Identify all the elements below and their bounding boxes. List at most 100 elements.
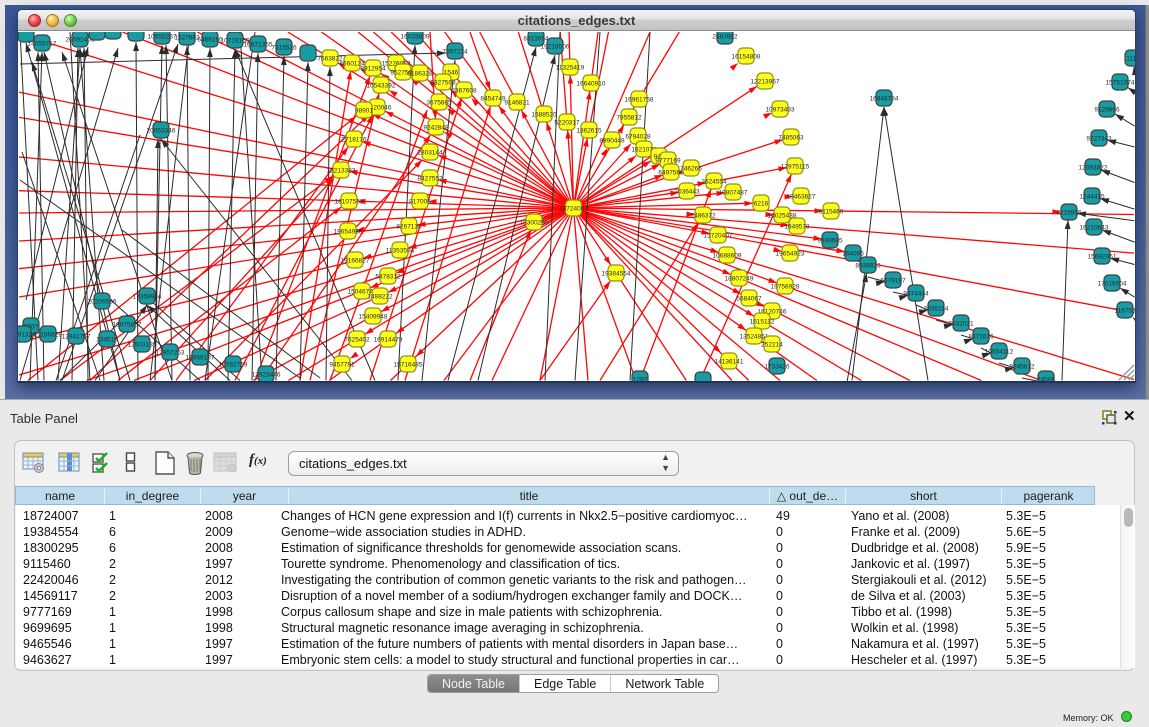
svg-text:18807249: 18807249: [725, 276, 754, 283]
svg-text:8427552: 8427552: [417, 176, 443, 183]
svg-text:917006: 917006: [409, 199, 431, 206]
svg-text:1117: 1117: [1126, 56, 1135, 63]
svg-text:7357224: 7357224: [442, 49, 468, 56]
svg-text:19463627: 19463627: [787, 194, 816, 201]
svg-text:2036443: 2036443: [674, 189, 700, 196]
svg-text:116753: 116753: [1114, 308, 1135, 315]
svg-text:16033809: 16033809: [401, 34, 430, 41]
svg-text:1244415: 1244415: [1079, 194, 1105, 201]
svg-text:1498222: 1498222: [367, 294, 393, 301]
svg-text:19384554: 19384554: [602, 271, 631, 278]
svg-text:3624554: 3624554: [701, 179, 727, 186]
svg-text:24506: 24506: [1037, 377, 1055, 382]
svg-text:19975857: 19975857: [113, 322, 142, 329]
svg-text:12923446: 12923446: [252, 372, 281, 379]
svg-text:10973493: 10973493: [766, 107, 795, 114]
svg-text:19654985: 19654985: [334, 229, 363, 236]
svg-text:7515526: 7515526: [271, 45, 297, 52]
svg-text:14136141: 14136141: [715, 359, 744, 366]
svg-text:11325419: 11325419: [556, 65, 585, 72]
svg-text:15692951: 15692951: [1088, 254, 1117, 261]
svg-text:12213967: 12213967: [751, 79, 780, 86]
svg-text:15720407: 15720407: [704, 233, 733, 240]
svg-text:16958137: 16958137: [186, 355, 215, 362]
svg-text:17957253: 17957253: [156, 350, 185, 357]
svg-text:8267130: 8267130: [396, 224, 422, 231]
svg-text:20053346: 20053346: [147, 128, 176, 135]
svg-text:16782759: 16782759: [219, 362, 248, 369]
svg-text:1615112: 1615112: [750, 319, 775, 326]
svg-text:1527602: 1527602: [174, 35, 200, 42]
svg-text:5878312: 5878312: [375, 274, 401, 281]
svg-text:16154808: 16154808: [732, 54, 761, 61]
svg-text:15409948: 15409948: [359, 314, 388, 321]
svg-text:12093822: 12093822: [1079, 165, 1108, 172]
svg-text:8813054: 8813054: [523, 36, 549, 43]
svg-text:17359934: 17359934: [133, 294, 162, 301]
svg-text:12975115: 12975115: [781, 164, 810, 171]
svg-text:9245612: 9245612: [1009, 364, 1035, 371]
svg-text:6794028: 6794028: [625, 134, 651, 141]
svg-text:8215955: 8215955: [1056, 210, 1082, 217]
svg-text:8990448: 8990448: [599, 138, 625, 145]
svg-text:11353594: 11353594: [386, 248, 415, 255]
svg-text:7625402: 7625402: [344, 337, 370, 344]
svg-text:164095: 164095: [842, 251, 864, 258]
svg-text:1849578: 1849578: [784, 224, 810, 231]
svg-text:3675685: 3675685: [426, 100, 452, 107]
svg-text:8471676: 8471676: [968, 334, 994, 341]
svg-text:15751074: 15751074: [1106, 80, 1135, 87]
svg-text:9242848: 9242848: [423, 125, 449, 132]
svg-text:98901: 98901: [355, 108, 373, 115]
svg-text:16961758: 16961758: [625, 97, 654, 104]
svg-text:9327508: 9327508: [430, 80, 456, 87]
svg-text:1733426: 1733426: [764, 364, 790, 371]
svg-text:10655287: 10655287: [148, 34, 177, 41]
svg-text:7632021: 7632021: [948, 321, 974, 328]
svg-text:11156829: 11156829: [34, 332, 62, 339]
svg-text:1588520: 1588520: [531, 112, 557, 119]
svg-text:252214: 252214: [761, 342, 783, 349]
svg-text:20206536: 20206536: [88, 299, 117, 306]
svg-text:6679197: 6679197: [880, 278, 906, 285]
svg-text:10543392: 10543392: [367, 83, 396, 90]
svg-text:6466160: 6466160: [197, 37, 223, 44]
svg-text:2487682: 2487682: [712, 34, 738, 41]
svg-text:9129966: 9129966: [1094, 107, 1120, 114]
svg-text:1292: 1292: [633, 377, 648, 382]
svg-text:134519: 134519: [96, 337, 118, 344]
svg-text:2935114: 2935114: [924, 306, 949, 313]
svg-text:16640910: 16640910: [577, 81, 606, 88]
svg-text:10807487: 10807487: [719, 190, 748, 197]
svg-text:18107553: 18107553: [335, 199, 364, 206]
svg-text:16671355: 16671355: [244, 42, 273, 49]
svg-text:12213383: 12213383: [327, 168, 356, 175]
svg-text:746266: 746266: [680, 166, 702, 173]
svg-text:5220317: 5220317: [554, 120, 580, 127]
svg-text:14055717: 14055717: [28, 41, 57, 48]
svg-text:10654112: 10654112: [985, 349, 1014, 356]
svg-text:19756928: 19756928: [771, 284, 800, 291]
svg-text:17016504: 17016504: [1098, 281, 1127, 288]
svg-text:9474444: 9474444: [903, 291, 929, 298]
svg-text:18300295: 18300295: [520, 220, 549, 227]
svg-text:15716485: 15716485: [394, 362, 423, 369]
svg-text:8186328: 8186328: [407, 71, 433, 78]
svg-text:10688609: 10688609: [713, 253, 742, 260]
svg-text:2367608: 2367608: [451, 88, 477, 95]
svg-text:9227343: 9227343: [1086, 136, 1112, 143]
svg-text:2803144: 2803144: [417, 150, 443, 157]
svg-text:12942757: 12942757: [62, 334, 91, 341]
svg-text:9699695: 9699695: [817, 238, 843, 245]
svg-text:16914479: 16914479: [374, 337, 403, 344]
svg-text:9457791: 9457791: [329, 362, 355, 369]
svg-text:7485063: 7485063: [778, 135, 804, 142]
svg-text:12503135: 12503135: [128, 342, 157, 349]
svg-text:16210643: 16210643: [1080, 225, 1109, 232]
svg-text:7955812: 7955812: [616, 115, 642, 122]
svg-text:8454749: 8454749: [480, 96, 506, 103]
svg-text:18724007: 18724007: [559, 206, 588, 213]
svg-text:5684067: 5684067: [736, 296, 762, 303]
svg-text:19166827: 19166827: [341, 258, 370, 265]
svg-text:6216: 6216: [754, 201, 769, 208]
